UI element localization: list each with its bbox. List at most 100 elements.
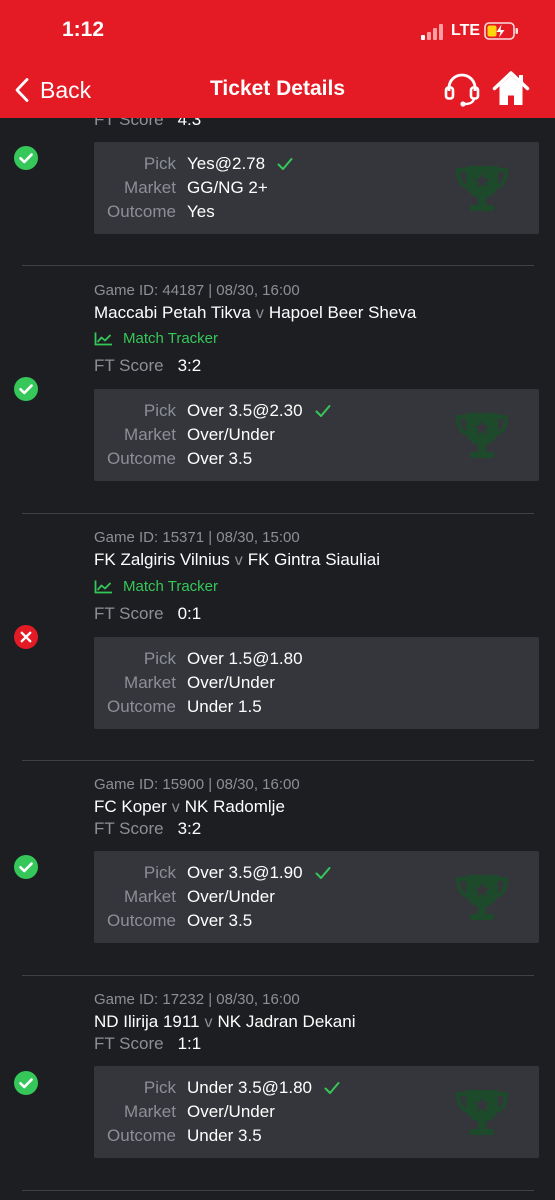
ft-score-label: FT Score: [94, 356, 164, 375]
pick-row: Pick Over 3.5@2.30: [94, 399, 331, 423]
divider: [22, 265, 534, 266]
market-row: Market GG/NG 2+: [94, 176, 268, 200]
outcome-row: Outcome Under 3.5: [94, 1124, 262, 1148]
chart-line-icon: [94, 580, 112, 593]
won-check-icon: [14, 1071, 38, 1095]
ft-score-label: FT Score: [94, 604, 164, 623]
won-check-icon: [14, 377, 38, 401]
ft-score-value: 1:1: [177, 1034, 202, 1053]
game-meta: Game ID: 15371 | 08/30, 15:00: [94, 529, 300, 546]
match-teams: FC Koper v NK Radomlje: [94, 797, 285, 817]
market-row: Market Over/Under: [94, 423, 275, 447]
market-label: Market: [124, 425, 176, 444]
match-teams: FK Zalgiris Vilnius v FK Gintra Siauliai: [94, 550, 380, 570]
signal-strength-icon: [421, 22, 447, 40]
match-tracker-label: Match Tracker: [123, 330, 219, 347]
pick-value: Yes@2.78: [187, 154, 266, 173]
pick-label: Pick: [143, 649, 176, 668]
selection-card: Pick Under 3.5@1.80 Market Over/Under Ou…: [94, 1066, 539, 1158]
ft-score: FT Score 3:2: [94, 819, 201, 839]
headset-support-icon[interactable]: [443, 72, 481, 108]
outcome-value: Over 3.5: [187, 911, 253, 930]
status-time: 1:12: [62, 18, 105, 41]
ft-score-value: 0:1: [177, 604, 202, 623]
outcome-value: Under 1.5: [187, 697, 262, 716]
outcome-row: Outcome Over 3.5: [94, 447, 252, 471]
status-bar: 1:12 LTE: [0, 0, 555, 60]
home-team: FC Koper: [94, 797, 167, 816]
divider: [22, 513, 534, 514]
match-tracker-link[interactable]: Match Tracker: [94, 578, 218, 595]
away-team: NK Jadran Dekani: [217, 1012, 356, 1031]
home-team: ND Ilirija 1911: [94, 1012, 200, 1031]
outcome-label: Outcome: [107, 697, 176, 716]
selection-card: Pick Over 3.5@1.90 Market Over/Under Out…: [94, 851, 539, 943]
pick-label: Pick: [143, 1078, 176, 1097]
market-value: Over/Under: [187, 425, 275, 444]
game-meta: Game ID: 15900 | 08/30, 16:00: [94, 776, 300, 793]
vs-label: v: [204, 1014, 213, 1031]
away-team: FK Gintra Siauliai: [247, 550, 381, 569]
home-team: FK Zalgiris Vilnius: [94, 550, 230, 569]
ft-score-value: 3:2: [177, 819, 202, 838]
ft-score-label: FT Score: [94, 819, 164, 838]
outcome-value: Over 3.5: [187, 449, 253, 468]
market-row: Market Over/Under: [94, 671, 275, 695]
pick-value: Over 3.5@1.90: [187, 863, 303, 882]
outcome-label: Outcome: [107, 911, 176, 930]
home-icon[interactable]: [492, 70, 530, 108]
trophy-icon: [455, 413, 509, 458]
pick-row: Pick Under 3.5@1.80: [94, 1076, 340, 1100]
pick-row: Pick Yes@2.78: [94, 152, 293, 176]
battery-charging-icon: [484, 22, 518, 40]
match-tracker-label: Match Tracker: [123, 578, 219, 595]
lost-cross-icon: [14, 625, 38, 649]
match-tracker-link[interactable]: Match Tracker: [94, 330, 218, 347]
pick-row: Pick Over 3.5@1.90: [94, 861, 331, 885]
correct-check-icon: [277, 158, 293, 170]
divider: [22, 975, 534, 976]
market-value: Over/Under: [187, 1102, 275, 1121]
divider: [22, 760, 534, 761]
selection-card: Pick Yes@2.78 Market GG/NG 2+ Outcome Ye…: [94, 142, 539, 234]
nav-bar: Back Ticket Details: [0, 62, 555, 118]
pick-label: Pick: [143, 401, 176, 420]
pick-row: Pick Over 1.5@1.80: [94, 647, 303, 671]
pick-label: Pick: [143, 863, 176, 882]
outcome-label: Outcome: [107, 449, 176, 468]
app-header: 1:12 LTE Back Ticket Details: [0, 0, 555, 118]
market-row: Market Over/Under: [94, 1100, 275, 1124]
outcome-row: Outcome Over 3.5: [94, 909, 252, 933]
trophy-icon: [455, 1090, 509, 1135]
outcome-value: Yes: [187, 202, 215, 221]
selection-card: Pick Over 3.5@2.30 Market Over/Under Out…: [94, 389, 539, 481]
game-meta: Game ID: 17232 | 08/30, 16:00: [94, 991, 300, 1008]
game-meta: Game ID: 44187 | 08/30, 16:00: [94, 282, 300, 299]
correct-check-icon: [315, 867, 331, 879]
ft-score: FT Score 0:1: [94, 604, 201, 624]
selection-card: Pick Over 1.5@1.80 Market Over/Under Out…: [94, 637, 539, 729]
ft-score-value: 3:2: [177, 356, 202, 375]
market-label: Market: [124, 178, 176, 197]
market-value: Over/Under: [187, 673, 275, 692]
vs-label: v: [255, 305, 264, 322]
away-team: NK Radomlje: [184, 797, 285, 816]
chart-line-icon: [94, 332, 112, 345]
outcome-label: Outcome: [107, 202, 176, 221]
ft-score: FT Score 3:2: [94, 356, 201, 376]
market-value: Over/Under: [187, 887, 275, 906]
pick-label: Pick: [143, 154, 176, 173]
ft-score-label: FT Score: [94, 1034, 164, 1053]
market-row: Market Over/Under: [94, 885, 275, 909]
market-label: Market: [124, 887, 176, 906]
match-teams: ND Ilirija 1911 v NK Jadran Dekani: [94, 1012, 355, 1032]
won-check-icon: [14, 855, 38, 879]
outcome-row: Outcome Yes: [94, 200, 215, 224]
market-label: Market: [124, 673, 176, 692]
divider: [22, 1190, 534, 1191]
outcome-value: Under 3.5: [187, 1126, 262, 1145]
ft-score: FT Score 1:1: [94, 1034, 201, 1054]
away-team: Hapoel Beer Sheva: [268, 303, 417, 322]
vs-label: v: [171, 799, 180, 816]
market-value: GG/NG 2+: [187, 178, 268, 197]
